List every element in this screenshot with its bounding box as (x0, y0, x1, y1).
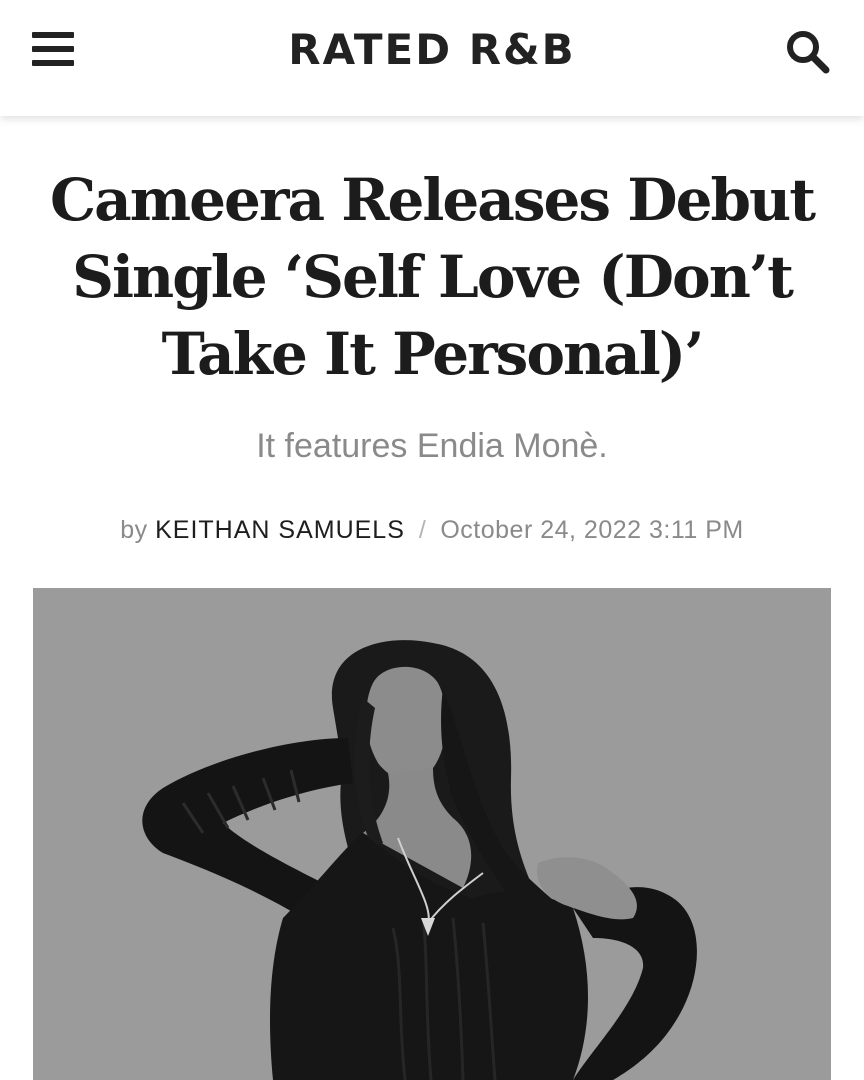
hero-photo-illustration (33, 588, 831, 1080)
byline: by KEITHAN SAMUELS / October 24, 2022 3:11… (0, 512, 864, 548)
site-logo[interactable]: RATED R&B (0, 25, 864, 75)
byline-prefix: by (120, 516, 148, 544)
search-icon-graphic (787, 31, 830, 74)
search-icon[interactable] (784, 28, 832, 76)
site-header: RATED R&B (0, 0, 864, 116)
publish-date: October 24, 2022 3:11 PM (440, 516, 744, 544)
article-title: Cameera Releases Debut Single ‘Self Love… (50, 166, 816, 388)
byline-separator: / (418, 516, 427, 544)
article-subtitle: It features Endia Monè. (256, 427, 608, 465)
hero-photo (33, 588, 831, 1080)
author-link[interactable]: KEITHAN SAMUELS (155, 516, 405, 544)
